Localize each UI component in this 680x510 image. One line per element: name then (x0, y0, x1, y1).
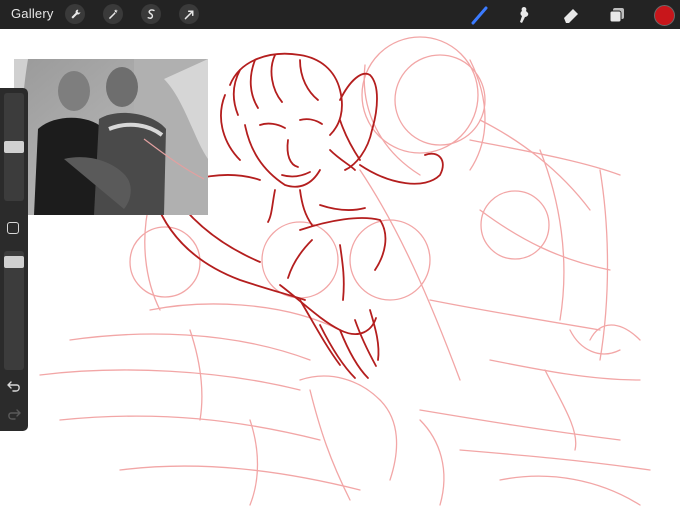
transform-arrow-icon[interactable] (179, 4, 199, 24)
opacity-thumb[interactable] (4, 256, 24, 268)
undo-icon[interactable] (7, 379, 21, 393)
selection-icon[interactable] (141, 4, 161, 24)
gallery-button[interactable]: Gallery (11, 6, 54, 21)
reference-photo[interactable] (14, 59, 208, 215)
wrench-icon[interactable] (65, 4, 85, 24)
brush-icon[interactable] (469, 4, 491, 26)
top-toolbar: Gallery (0, 0, 680, 29)
brush-size-thumb[interactable] (4, 141, 24, 153)
color-swatch[interactable] (654, 5, 675, 26)
opacity-slider[interactable] (4, 251, 24, 370)
smudge-icon[interactable] (513, 4, 535, 26)
brush-size-slider[interactable] (4, 93, 24, 201)
redo-icon[interactable] (7, 407, 21, 421)
layers-icon[interactable] (606, 4, 628, 26)
modify-button[interactable] (7, 222, 19, 234)
left-sidebar (0, 88, 28, 431)
eraser-icon[interactable] (560, 4, 582, 26)
drawing-canvas[interactable] (0, 29, 680, 510)
magic-wand-icon[interactable] (103, 4, 123, 24)
